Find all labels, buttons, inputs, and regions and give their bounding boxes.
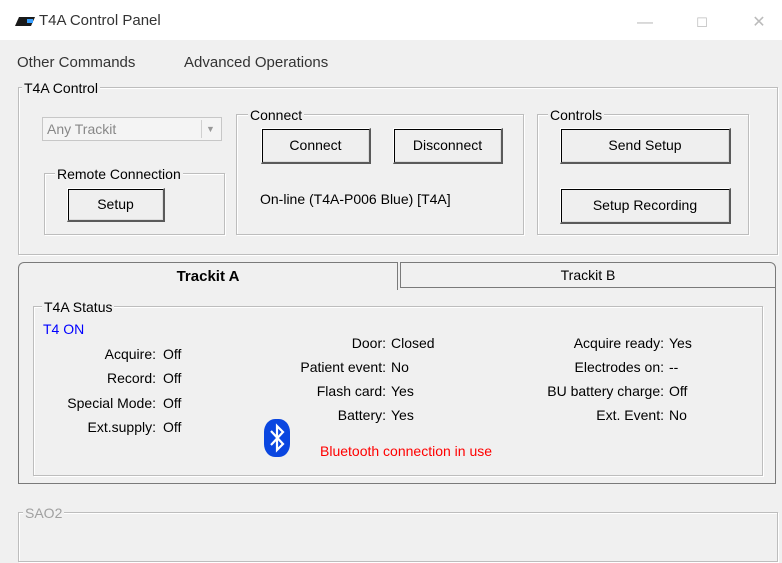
controls-label: Controls [548,107,605,123]
minimize-button[interactable]: — [622,10,668,36]
device-app-icon [15,17,35,26]
connection-status: On-line (T4A-P006 Blue) [T4A] [260,191,451,207]
bu-battery-charge-value: Off [669,383,688,399]
battery-label: Battery: [337,407,386,423]
special-mode-value: Off [163,395,182,411]
electrodes-on-value: -- [669,359,679,375]
close-button[interactable]: ✕ [736,10,782,36]
battery-value: Yes [391,407,414,423]
window-title: T4A Control Panel [39,12,161,29]
ext-supply-value: Off [163,419,182,435]
sao2-label: SAO2 [23,505,65,521]
close-icon: ✕ [752,14,766,31]
record-value: Off [163,370,182,386]
bu-battery-charge-label: BU battery charge: [547,383,664,399]
sao2-group [18,512,778,562]
ext-event-value: No [669,407,687,423]
tab-trackit-a[interactable]: Trackit A [18,262,398,290]
maximize-button[interactable]: ☐ [679,10,725,36]
connect-label: Connect [248,107,305,123]
door-label: Door: [351,335,386,351]
disconnect-button[interactable]: Disconnect [393,128,503,164]
trackit-select[interactable]: Any Trackit ▼ [42,117,222,141]
t4a-control-label: T4A Control [22,80,100,96]
connect-button-label: Connect [289,137,342,153]
acquire-value: Off [163,346,182,362]
bluetooth-icon [264,419,290,457]
acquire-ready-label: Acquire ready: [573,335,664,351]
setup-recording-button-label: Setup Recording [592,197,698,213]
electrodes-on-label: Electrodes on: [574,359,665,375]
disconnect-button-label: Disconnect [412,137,483,153]
menu-advanced-operations[interactable]: Advanced Operations [184,54,328,71]
remote-connection-label: Remote Connection [55,166,183,182]
patient-event-value: No [391,359,409,375]
menu-other-commands[interactable]: Other Commands [17,54,135,71]
flash-card-value: Yes [391,383,414,399]
menu-bar: Other Commands Advanced Operations [0,50,782,74]
patient-event-label: Patient event: [300,359,386,375]
acquire-ready-value: Yes [669,335,692,351]
send-setup-button[interactable]: Send Setup [560,128,731,164]
ext-supply-label: Ext.supply: [87,419,156,435]
trackit-select-value: Any Trackit [47,121,117,137]
t4-on-status: T4 ON [43,321,85,337]
ext-event-label: Ext. Event: [596,407,664,423]
special-mode-label: Special Mode: [67,395,156,411]
record-label: Record: [106,370,156,386]
title-bar: T4A Control Panel — ☐ ✕ [0,0,782,40]
send-setup-button-label: Send Setup [608,137,682,153]
t4a-status-label: T4A Status [42,299,115,315]
acquire-label: Acquire: [104,346,156,362]
minimize-icon: — [637,14,653,31]
remote-setup-button[interactable]: Setup [67,188,165,222]
chevron-down-icon: ▼ [201,120,219,138]
maximize-icon: ☐ [696,15,708,30]
flash-card-label: Flash card: [316,383,386,399]
remote-setup-button-label: Setup [97,196,134,212]
connect-button[interactable]: Connect [261,128,371,164]
tab-trackit-b[interactable]: Trackit B [400,262,776,288]
t4a-control-panel-window: T4A Control Panel — ☐ ✕ Other Commands A… [0,0,782,563]
setup-recording-button[interactable]: Setup Recording [560,188,731,224]
door-value: Closed [391,335,435,351]
bluetooth-status-message: Bluetooth connection in use [320,443,493,459]
